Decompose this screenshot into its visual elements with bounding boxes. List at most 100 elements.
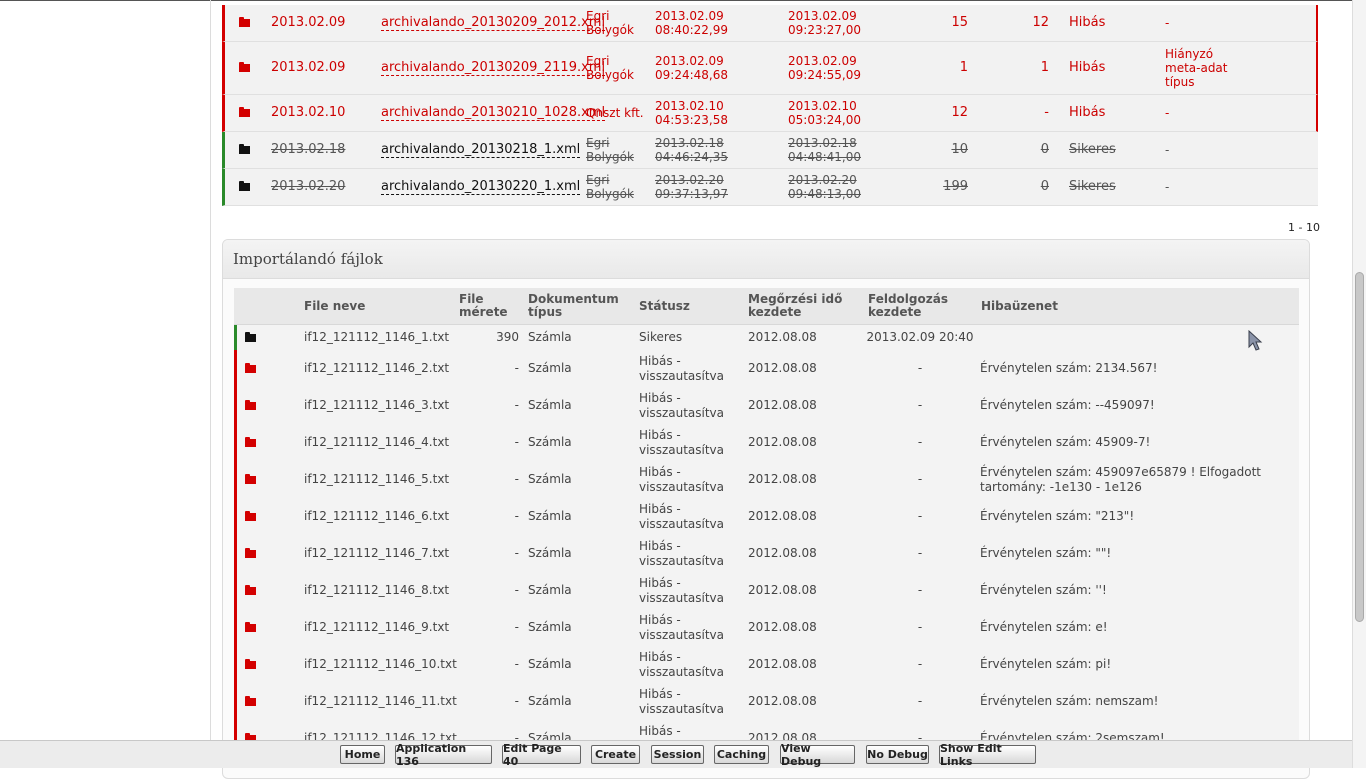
archive-message: - [1165,143,1170,157]
folder-icon[interactable] [245,498,256,535]
table-row: if12_121112_1146_7.txt - Számla Hibás - vis… [234,535,1299,572]
folder-icon[interactable] [245,350,256,387]
error-message: Érvénytelen szám: ""! [980,546,1112,560]
archive-file-name[interactable]: archivalando_20130209_2119.xml [381,60,606,76]
table-body: if12_121112_1146_1.txt 390 Számla Sikeres 20… [234,325,1299,757]
processing-start: - [917,435,923,449]
error-message: Érvénytelen szám: 45909-7! [980,435,1151,449]
folder-icon[interactable] [239,132,250,168]
folder-icon[interactable] [245,387,256,424]
folder-icon[interactable] [245,646,256,683]
retention-start: 2012.08.08 [748,546,817,560]
table-header: File neve File mérete Dokumentum típus S… [234,288,1299,325]
archive-status: Hibás [1069,105,1106,120]
archive-date: 2013.02.10 [271,105,346,120]
application-button[interactable]: Application 136 [395,742,492,768]
table-row: if12_121112_1146_8.txt - Számla Hibás - vis… [234,572,1299,609]
archive-date: 2013.02.09 [271,15,346,30]
archive-file-name[interactable]: archivalando_20130210_1028.xml [381,105,606,121]
show-edit-links-button[interactable]: Show Edit Links [939,742,1036,768]
col-error-message[interactable]: Hibaüzenet [981,288,1058,324]
table-row: if12_121112_1146_4.txt - Számla Hibás - vis… [234,424,1299,461]
col-status[interactable]: Státusz [639,288,690,324]
document-type: Számla [528,330,572,344]
archive-end-time: 2013.02.09 09:23:27,00 [788,9,861,37]
folder-icon[interactable] [245,572,256,609]
folder-icon[interactable] [239,169,250,205]
folder-icon[interactable] [239,42,250,94]
file-size: - [514,694,519,708]
processing-start: - [917,546,923,560]
file-status: Hibás - visszautasítva [639,649,725,679]
document-type: Számla [528,398,572,412]
archive-start-time: 2013.02.09 08:40:22,99 [655,9,728,37]
folder-icon[interactable] [239,5,250,41]
caching-button[interactable]: Caching [714,745,769,764]
archive-file-link[interactable]: archivalando_20130220_1.xml [381,169,581,205]
file-status: Hibás - visszautasítva [639,538,725,568]
error-message: Érvénytelen szám: "213"! [980,509,1135,523]
file-name: if12_121112_1146_1.txt [304,330,450,344]
archive-file-link[interactable]: archivalando_20130209_2119.xml [381,42,606,94]
create-button[interactable]: Create [591,745,640,764]
processing-start: - [917,583,923,597]
home-button[interactable]: Home [340,745,385,764]
folder-icon[interactable] [245,461,256,498]
file-size: - [514,509,519,523]
archive-row: 2013.02.09 archivalando_20130209_2119.xml… [222,42,1318,95]
archive-count-errors: 1 [1040,60,1049,75]
archive-file-link[interactable]: archivalando_20130210_1028.xml [381,95,606,131]
document-type: Számla [528,361,572,375]
archive-file-link[interactable]: archivalando_20130218_1.xml [381,132,581,168]
file-name: if12_121112_1146_6.txt [304,509,450,523]
edit-page-button[interactable]: Edit Page 40 [502,742,581,768]
table-row: if12_121112_1146_6.txt - Számla Hibás - vis… [234,498,1299,535]
file-size: - [514,398,519,412]
table-row: if12_121112_1146_10.txt - Számla Hibás - vi… [234,646,1299,683]
folder-icon[interactable] [245,424,256,461]
archive-message: - [1165,16,1170,30]
col-file-name[interactable]: File neve [304,288,365,324]
file-status: Hibás - visszautasítva [639,575,725,605]
folder-icon[interactable] [245,683,256,720]
mouse-cursor-icon [1248,330,1263,351]
folder-icon[interactable] [245,325,256,350]
retention-start: 2012.08.08 [748,583,817,597]
folder-icon[interactable] [239,95,250,131]
folder-icon[interactable] [245,609,256,646]
archive-file-name[interactable]: archivalando_20130220_1.xml [381,179,581,195]
no-debug-button[interactable]: No Debug [866,745,929,764]
top-border [0,0,1352,1]
col-file-size[interactable]: File mérete [459,288,509,324]
file-status: Hibás - visszautasítva [639,390,725,420]
col-retention[interactable]: Megőrzési idő kezdete [748,288,858,324]
archive-file-link[interactable]: archivalando_20130209_2012.xml [381,5,606,41]
view-debug-button[interactable]: View Debug [780,742,855,768]
processing-start: - [917,398,923,412]
scrollbar-thumb[interactable] [1355,272,1364,622]
folder-icon[interactable] [245,535,256,572]
processing-start: - [917,472,923,486]
archive-status: Hibás [1069,60,1106,75]
import-files-region: Importálandó fájlok File neve File méret… [222,239,1310,779]
processing-start: - [917,694,923,708]
archive-message: - [1165,106,1170,120]
file-name: if12_121112_1146_2.txt [304,361,450,375]
document-type: Számla [528,694,572,708]
table-row: if12_121112_1146_9.txt - Számla Hibás - vis… [234,609,1299,646]
archive-end-time: 2013.02.18 04:48:41,00 [788,136,861,164]
session-button[interactable]: Session [651,745,704,764]
file-size: - [514,472,519,486]
archive-count-errors: - [1044,105,1049,120]
col-doc-type[interactable]: Dokumentum típus [528,288,619,324]
archive-file-name[interactable]: archivalando_20130218_1.xml [381,142,581,158]
archive-file-name[interactable]: archivalando_20130209_2012.xml [381,15,606,31]
processing-start: - [917,620,923,634]
developer-toolbar: Home Application 136 Edit Page 40 Create… [0,740,1352,768]
archive-count-total: 12 [951,105,968,120]
processing-start: - [917,509,923,523]
table-row: if12_121112_1146_3.txt - Számla Hibás - vis… [234,387,1299,424]
file-status: Hibás - visszautasítva [639,353,725,383]
col-processing[interactable]: Feldolgozás kezdete [868,288,958,324]
document-type: Számla [528,620,572,634]
